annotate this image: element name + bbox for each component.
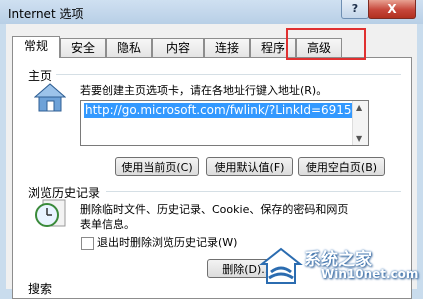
homepage-description: 若要创建主页选项卡，请在各地址行键入地址(R)。 (80, 84, 328, 97)
delete-history-on-exit-label: 退出时删除浏览历史记录(W) (97, 236, 238, 249)
title-bar: Internet 选项 ? X (0, 0, 423, 24)
history-clock-icon (35, 199, 66, 227)
house-icon (34, 83, 66, 112)
use-default-button[interactable]: 使用默认值(F) (206, 157, 293, 176)
watermark-logo-icon (259, 247, 303, 284)
history-description-line1: 删除临时文件、历史记录、Cookie、保存的密码和网页 (80, 203, 349, 216)
tab-privacy[interactable]: 隐私 (106, 38, 152, 57)
url-scrollbar[interactable]: ▲ ▼ (352, 101, 368, 145)
site-watermark: 系统之家 Win10net.com (259, 245, 419, 287)
close-button[interactable]: X (368, 0, 416, 19)
tab-connections[interactable]: 连接 (204, 38, 250, 57)
watermark-url: Win10net.com (321, 267, 419, 281)
history-description-line2: 表单信息。 (80, 218, 135, 231)
delete-history-on-exit-checkbox[interactable] (81, 237, 94, 250)
tab-general[interactable]: 常规 (12, 36, 60, 58)
scroll-up-icon: ▲ (356, 103, 363, 112)
history-group-divider (106, 191, 401, 192)
use-blank-page-button[interactable]: 使用空白页(B) (298, 157, 385, 176)
homepage-group-divider (56, 74, 401, 75)
help-button[interactable]: ? (341, 0, 369, 19)
homepage-url-text: http://go.microsoft.com/fwlink/?LinkId=6… (84, 103, 361, 118)
tab-content[interactable]: 内容 (152, 38, 204, 57)
homepage-section-title: 主页 (28, 69, 53, 83)
use-current-page-button[interactable]: 使用当前页(C) (115, 157, 199, 176)
homepage-url-input[interactable]: http://go.microsoft.com/fwlink/?LinkId=6… (80, 100, 369, 146)
window-title: Internet 选项 (8, 7, 84, 21)
scroll-down-icon: ▼ (356, 134, 363, 143)
advanced-tab-highlight (286, 28, 366, 60)
tab-security[interactable]: 安全 (60, 38, 106, 57)
